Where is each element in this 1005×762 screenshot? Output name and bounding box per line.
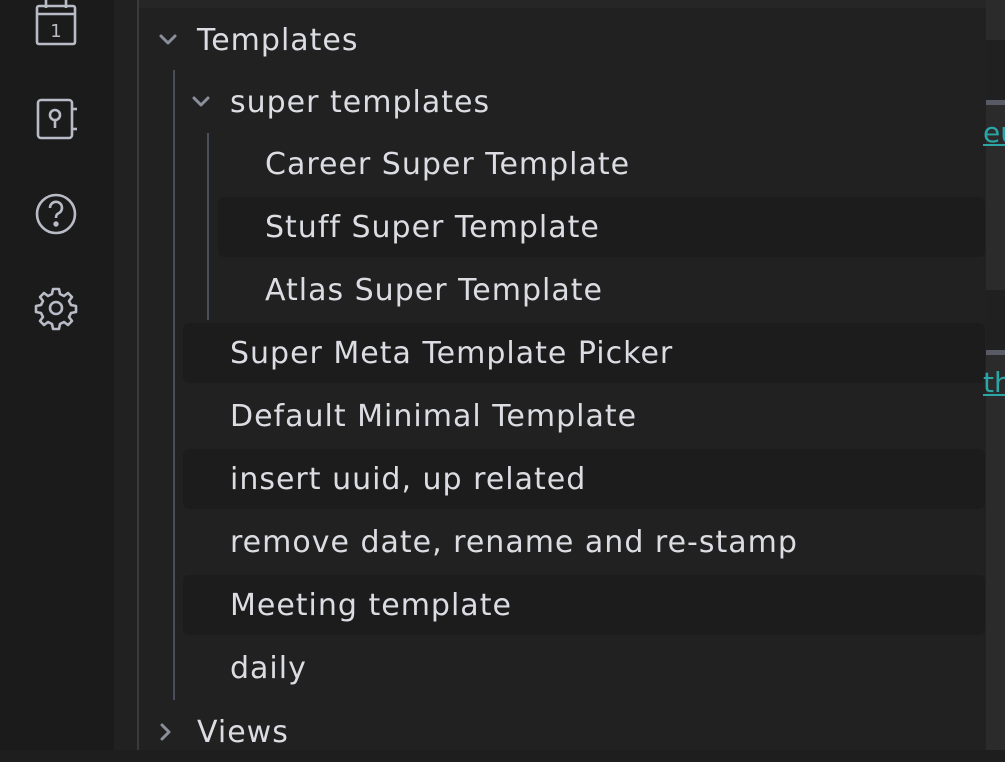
- editor-divider: [986, 350, 1005, 355]
- calendar-icon[interactable]: 1: [32, 0, 80, 48]
- file-default-minimal-template[interactable]: Default Minimal Template: [183, 386, 985, 446]
- chevron-down-icon[interactable]: [190, 91, 212, 113]
- file-label: remove date, rename and re-stamp: [230, 524, 798, 560]
- file-remove-date-rename[interactable]: remove date, rename and re-stamp: [183, 512, 985, 572]
- editor-link[interactable]: eu: [983, 116, 1005, 149]
- folder-templates[interactable]: Templates: [145, 10, 985, 70]
- file-label: Atlas Super Template: [265, 272, 603, 308]
- file-label: Default Minimal Template: [230, 398, 638, 434]
- help-icon[interactable]: [32, 190, 80, 238]
- file-label: Meeting template: [230, 587, 512, 623]
- file-insert-uuid[interactable]: insert uuid, up related: [183, 449, 985, 509]
- chevron-right-icon[interactable]: [155, 721, 177, 743]
- panel-top-strip: [139, 0, 986, 8]
- file-career-super-template[interactable]: Career Super Template: [218, 134, 985, 194]
- editor-header-bar: [986, 40, 1005, 100]
- file-meeting-template[interactable]: Meeting template: [183, 575, 985, 635]
- folder-label: Templates: [197, 22, 359, 58]
- contact-card-icon[interactable]: [32, 95, 80, 143]
- file-label: daily: [230, 650, 307, 686]
- folder-label: super templates: [230, 84, 491, 120]
- panel-divider: [137, 0, 139, 750]
- file-atlas-super-template[interactable]: Atlas Super Template: [218, 260, 985, 320]
- file-label: Stuff Super Template: [265, 209, 600, 245]
- folder-super-templates[interactable]: super templates: [180, 72, 985, 132]
- file-stuff-super-template[interactable]: Stuff Super Template: [218, 197, 985, 257]
- file-label: Super Meta Template Picker: [230, 335, 674, 371]
- file-label: insert uuid, up related: [230, 461, 587, 497]
- chevron-down-icon[interactable]: [157, 29, 179, 51]
- file-label: Career Super Template: [265, 146, 631, 182]
- editor-header-bar: [986, 290, 1005, 350]
- folder-views[interactable]: Views: [145, 702, 985, 762]
- calendar-day-number: 1: [50, 21, 61, 42]
- file-daily[interactable]: daily: [183, 638, 985, 698]
- indent-guide-super-templates: [207, 133, 209, 320]
- settings-icon[interactable]: [32, 284, 80, 332]
- file-super-meta-template-picker[interactable]: Super Meta Template Picker: [183, 323, 985, 383]
- left-ribbon: 1: [0, 0, 114, 750]
- editor-link[interactable]: th: [983, 366, 1005, 399]
- editor-divider: [986, 100, 1005, 105]
- indent-guide-templates: [173, 70, 175, 700]
- folder-label: Views: [197, 714, 289, 750]
